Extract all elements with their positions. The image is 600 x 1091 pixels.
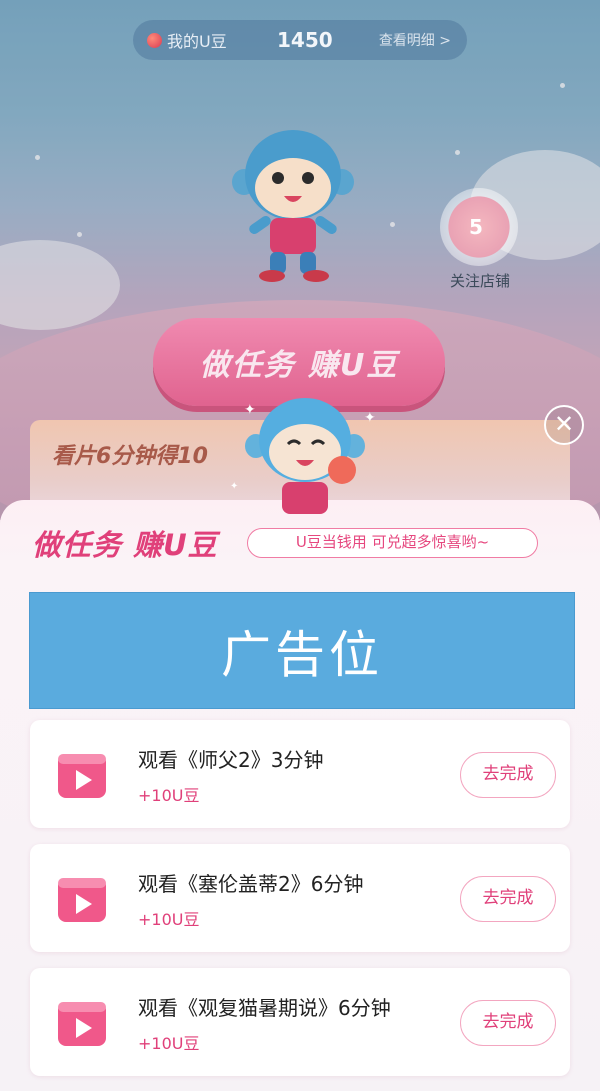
- go-complete-button[interactable]: 去完成: [460, 1000, 556, 1046]
- task-row: 观看《塞伦盖蒂2》6分钟 +10U豆 去完成: [30, 844, 570, 952]
- task-title: 观看《塞伦盖蒂2》6分钟: [138, 872, 364, 896]
- bean-label: 我的U豆: [167, 32, 227, 51]
- task-row: 观看《师父2》3分钟 +10U豆 去完成: [30, 720, 570, 828]
- view-detail-link[interactable]: 查看明细 >: [379, 30, 451, 50]
- close-icon[interactable]: ✕: [544, 405, 584, 445]
- bean-balance-bar: 我的U豆 1450 查看明细 >: [133, 20, 467, 60]
- svg-text:✦: ✦: [230, 481, 238, 492]
- task-reward: +10U豆: [138, 1034, 200, 1053]
- background-strip-text: 看片6分钟得10: [52, 444, 208, 469]
- sheet-title: 做任务 赚U豆: [32, 528, 218, 562]
- sheet-subtitle: U豆当钱用 可兑超多惊喜哟~: [247, 528, 538, 558]
- monkey-mascot-icon: [232, 130, 354, 282]
- follow-shop-label: 关注店铺: [449, 272, 510, 290]
- play-icon: [58, 1002, 106, 1046]
- play-icon: [58, 754, 106, 798]
- ad-placeholder[interactable]: 广告位: [29, 592, 575, 709]
- go-complete-button[interactable]: 去完成: [460, 752, 556, 798]
- monkey-peek-icon: ✦ ✦ ✦: [230, 398, 376, 514]
- bean-icon: [147, 33, 162, 48]
- play-icon: [58, 878, 106, 922]
- task-row: 观看《观复猫暑期说》6分钟 +10U豆 去完成: [30, 968, 570, 1076]
- follow-shop-button[interactable]: 5: [440, 188, 518, 266]
- svg-text:✦: ✦: [244, 402, 256, 418]
- bean-count: 1450: [277, 28, 333, 52]
- task-reward: +10U豆: [138, 786, 200, 805]
- task-title: 观看《观复猫暑期说》6分钟: [138, 996, 391, 1020]
- go-complete-button[interactable]: 去完成: [460, 876, 556, 922]
- svg-text:✦: ✦: [364, 410, 376, 426]
- task-title: 观看《师父2》3分钟: [138, 748, 324, 772]
- do-task-cta-button: 做任务 赚U豆: [153, 318, 445, 406]
- task-reward: +10U豆: [138, 910, 200, 929]
- follow-shop-count: 5: [469, 215, 483, 239]
